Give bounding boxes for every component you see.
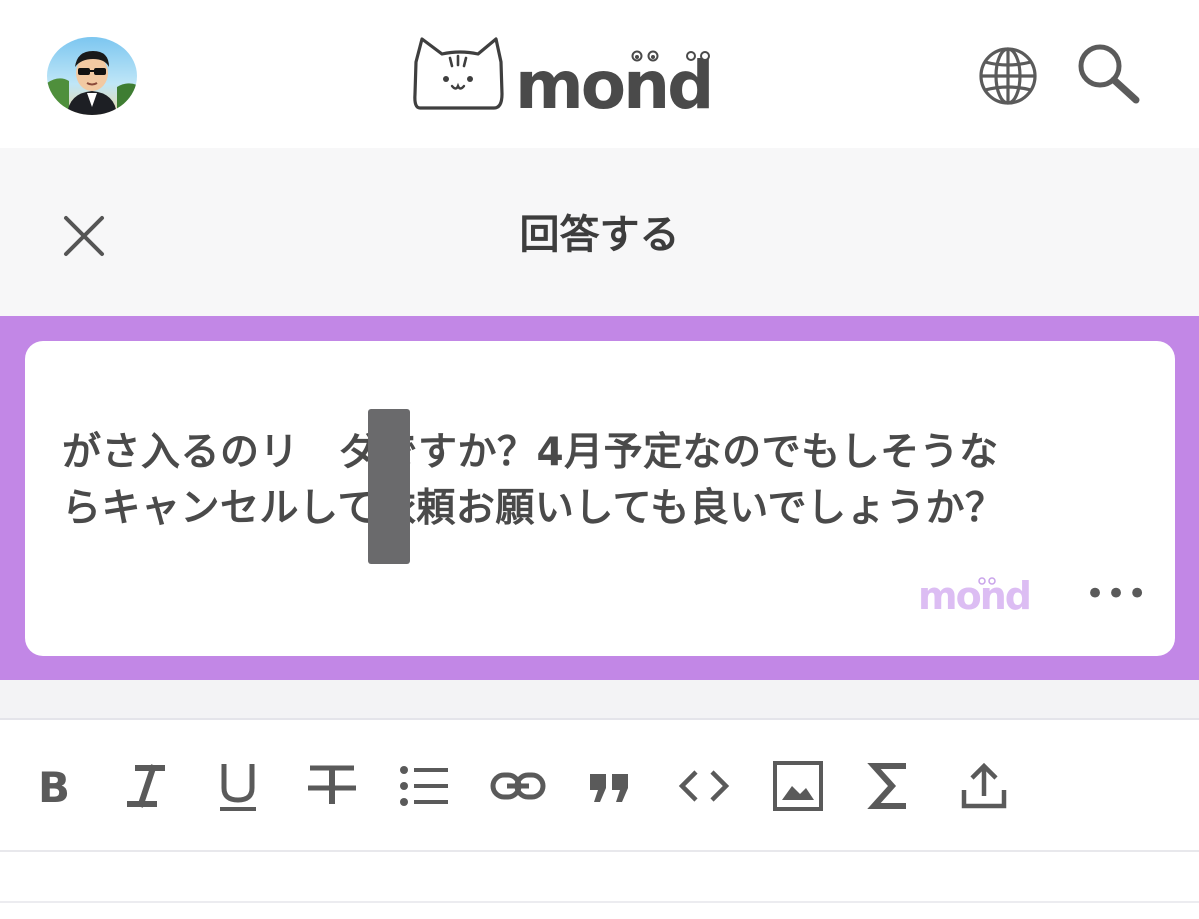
image-icon[interactable] [770,758,826,814]
underline-icon[interactable] [210,758,266,814]
quote-icon[interactable] [582,758,638,814]
top-header: mond [0,0,1199,148]
editor-area[interactable] [0,854,1199,919]
editor-divider [0,901,1199,903]
list-icon[interactable] [396,758,452,814]
answer-title-bar: 回答する [0,148,1199,316]
more-options-button[interactable]: ••• [1085,577,1147,611]
question-text: がさ入るのリ ダですか？4月予定なのでもしそうな らキャンセルして依頼お願いしても… [62,409,1152,564]
sigma-icon[interactable] [862,758,918,814]
question-line-1-end: ダですか？4月予定なのでもしそうな [339,430,999,475]
svg-text:B: B [38,763,70,812]
italic-icon[interactable] [118,758,174,814]
search-icon[interactable] [1075,42,1143,104]
upload-icon[interactable] [956,758,1012,814]
bold-icon[interactable]: B [30,758,86,814]
code-icon[interactable] [676,758,732,814]
mond-watermark: mond [918,573,1048,618]
editor-toolbar: B [0,722,1199,852]
section-divider [0,680,1199,720]
page-title: 回答する [519,212,680,258]
question-card: がさ入るのリ ダですか？4月予定なのでもしそうな らキャンセルして依頼お願いしても… [25,341,1175,656]
question-band: がさ入るのリ ダですか？4月予定なのでもしそうな らキャンセルして依頼お願いしても… [0,316,1199,680]
question-line-1-start: がさ入るのリ [62,430,300,475]
logo-wordmark: mond [515,47,711,116]
svg-text:mond: mond [918,574,1030,617]
globe-icon[interactable] [976,46,1040,106]
question-line-1: がさ入るのリ ダですか？4月予定なのでもしそうな [62,425,1152,481]
user-avatar[interactable] [47,37,137,115]
strikethrough-icon[interactable] [304,758,360,814]
redaction-bar [368,409,410,564]
question-line-2: らキャンセルして依頼お願いしても良いでしょうか？ [62,486,1005,531]
link-icon[interactable] [490,758,546,814]
mond-logo[interactable]: mond [412,34,784,116]
